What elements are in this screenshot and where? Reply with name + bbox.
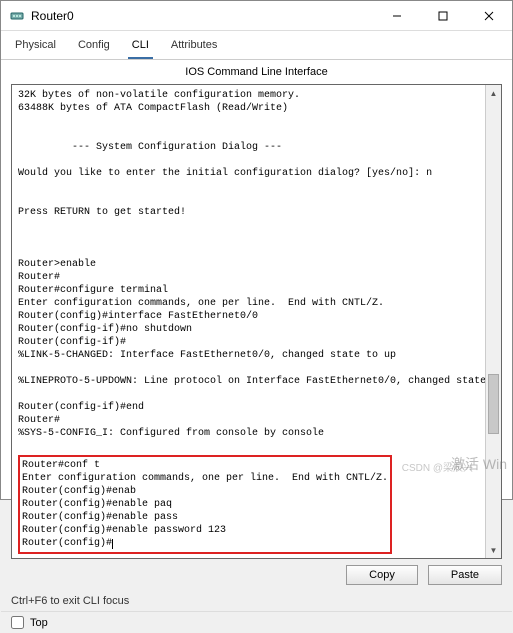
minimize-button[interactable]	[374, 1, 420, 31]
tab-config[interactable]: Config	[74, 35, 114, 59]
scroll-thumb[interactable]	[488, 374, 499, 434]
cli-buttons: Copy Paste	[1, 559, 512, 591]
paste-button[interactable]: Paste	[428, 565, 502, 585]
close-button[interactable]	[466, 1, 512, 31]
terminal[interactable]: 32K bytes of non-volatile configuration …	[12, 85, 485, 558]
titlebar: Router0	[1, 1, 512, 31]
top-checkbox[interactable]	[11, 616, 24, 629]
terminal-container: 32K bytes of non-volatile configuration …	[11, 84, 502, 559]
app-window: Router0 Physical Config CLI Attributes I…	[0, 0, 513, 500]
scroll-up-button[interactable]: ▲	[486, 85, 501, 101]
window-controls	[374, 1, 512, 31]
terminal-output-top: 32K bytes of non-volatile configuration …	[18, 90, 485, 439]
cli-heading: IOS Command Line Interface	[1, 60, 512, 84]
cli-focus-hint: Ctrl+F6 to exit CLI focus	[1, 591, 512, 611]
tab-physical[interactable]: Physical	[11, 35, 60, 59]
terminal-output-box: Router#conf t Enter configuration comman…	[22, 460, 388, 536]
copy-button[interactable]: Copy	[346, 565, 418, 585]
app-icon	[9, 8, 25, 24]
scroll-track[interactable]	[486, 101, 501, 542]
tab-attributes[interactable]: Attributes	[167, 35, 221, 59]
top-label: Top	[30, 617, 48, 629]
terminal-cursor-line: Router(config)#	[22, 538, 113, 549]
maximize-button[interactable]	[420, 1, 466, 31]
window-title: Router0	[31, 9, 374, 23]
tab-cli[interactable]: CLI	[128, 35, 153, 59]
scroll-down-button[interactable]: ▼	[486, 542, 501, 558]
tab-bar: Physical Config CLI Attributes	[1, 31, 512, 60]
bottom-bar: Top	[1, 611, 512, 633]
highlighted-commands: Router#conf t Enter configuration comman…	[18, 455, 392, 554]
terminal-scrollbar[interactable]: ▲ ▼	[485, 85, 501, 558]
